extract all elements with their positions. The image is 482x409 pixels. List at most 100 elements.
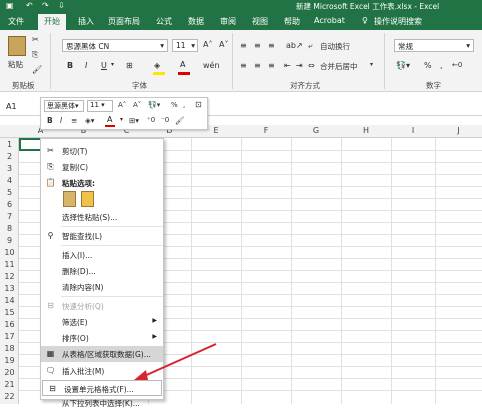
mini-comma-icon[interactable]: , — [183, 101, 185, 109]
mini-decrease-decimal-icon[interactable]: ⁻0 — [161, 116, 169, 124]
tab-data[interactable]: 数据 — [188, 16, 204, 27]
menu-item-delete[interactable]: 删除(D)... — [41, 263, 163, 279]
align-middle-icon[interactable]: ≡ — [254, 41, 261, 50]
row-header[interactable]: 20 — [0, 368, 19, 377]
redo-icon[interactable]: ↷ — [42, 1, 49, 10]
row-header[interactable]: 12 — [0, 272, 19, 281]
merge-center-icon[interactable]: ⇔ — [308, 61, 315, 70]
borders-icon[interactable]: ⊞ — [126, 61, 133, 70]
tab-page-layout[interactable]: 页面布局 — [108, 16, 140, 27]
paste-values-icon[interactable] — [81, 191, 94, 207]
mini-increase-font-icon[interactable]: A˄ — [118, 101, 126, 109]
menu-item-copy[interactable]: ⎘ 复制(C) — [41, 159, 163, 175]
row-header[interactable]: 3 — [0, 164, 19, 173]
row-header[interactable]: 11 — [0, 260, 19, 269]
row-header[interactable]: 19 — [0, 356, 19, 365]
row-header[interactable]: 16 — [0, 320, 19, 329]
orientation-icon[interactable]: ab↗ — [286, 41, 303, 50]
row-header[interactable]: 15 — [0, 308, 19, 317]
tab-acrobat[interactable]: Acrobat — [314, 16, 345, 25]
fill-color-icon[interactable]: ◈ — [154, 61, 160, 70]
phonetic-icon[interactable]: wén — [203, 61, 220, 70]
row-header[interactable]: 2 — [0, 152, 19, 161]
column-header[interactable]: H — [341, 126, 391, 135]
menu-item-smart-lookup[interactable]: ⚲ 智能查找(L) — [41, 228, 163, 244]
tab-view[interactable]: 视图 — [252, 16, 268, 27]
copy-icon[interactable]: ⎘ — [32, 50, 38, 60]
row-header[interactable]: 13 — [0, 284, 19, 293]
mini-format-painter-icon[interactable]: 🖌 — [175, 116, 185, 125]
paste-button[interactable]: 粘贴 — [8, 59, 23, 70]
format-painter-icon[interactable]: 🖌 — [32, 65, 42, 74]
mini-font-color-dropdown[interactable]: ▾ — [120, 116, 123, 123]
wrap-text-icon[interactable]: ⤶ — [308, 41, 312, 51]
customize-icon[interactable]: ⇩ — [58, 1, 65, 10]
comma-style-icon[interactable]: , — [440, 61, 443, 70]
mini-format-icon[interactable]: ⊡ — [195, 100, 202, 109]
row-header[interactable]: 4 — [0, 176, 19, 185]
menu-item-insert[interactable]: 插入(I)... — [41, 247, 163, 263]
tab-insert[interactable]: 插入 — [78, 16, 94, 27]
tab-review[interactable]: 审阅 — [220, 16, 236, 27]
underline-dropdown-icon[interactable]: ▾ — [111, 61, 114, 68]
row-header[interactable]: 7 — [0, 212, 19, 221]
row-header[interactable]: 21 — [0, 380, 19, 389]
row-header[interactable]: 8 — [0, 224, 19, 233]
italic-button[interactable]: I — [85, 61, 87, 70]
tell-me-search[interactable]: 操作说明搜索 — [374, 16, 422, 27]
tab-formulas[interactable]: 公式 — [156, 16, 172, 27]
column-header[interactable]: I — [391, 126, 435, 135]
column-header[interactable]: F — [241, 126, 291, 135]
menu-item-clear-contents[interactable]: 清除内容(N) — [41, 279, 163, 295]
decimal-icon[interactable]: ←0 — [452, 61, 462, 69]
percent-icon[interactable]: % — [424, 61, 432, 70]
font-color-icon[interactable]: A — [180, 60, 185, 69]
mini-percent-icon[interactable]: % — [171, 101, 178, 109]
menu-item-cut[interactable]: ✂ 剪切(T) — [41, 143, 163, 159]
row-header[interactable]: 9 — [0, 236, 19, 245]
menu-item-quick-analysis[interactable]: ⊟ 快速分析(Q) — [41, 298, 163, 314]
merge-dropdown-icon[interactable]: ▾ — [370, 61, 373, 68]
tab-help[interactable]: 帮助 — [284, 16, 300, 27]
mini-decrease-font-icon[interactable]: A˅ — [133, 101, 141, 109]
save-icon[interactable]: ▣ — [6, 1, 14, 10]
decrease-indent-icon[interactable]: ⇤ — [284, 61, 291, 70]
row-header[interactable]: 14 — [0, 296, 19, 305]
align-bottom-icon[interactable]: ≡ — [268, 41, 275, 50]
column-header[interactable]: J — [435, 126, 482, 135]
row-header[interactable]: 5 — [0, 188, 19, 197]
font-name-combo[interactable]: 思源黑体 CN ▾ — [62, 39, 168, 52]
undo-icon[interactable]: ↶ — [26, 1, 33, 10]
row-header[interactable]: 10 — [0, 248, 19, 257]
cut-icon[interactable]: ✂ — [32, 35, 39, 44]
row-header[interactable]: 6 — [0, 200, 19, 209]
row-header[interactable]: 18 — [0, 344, 19, 353]
increase-indent-icon[interactable]: ⇥ — [296, 61, 303, 70]
mini-font-color-icon[interactable]: A — [107, 115, 112, 124]
row-header[interactable]: 1 — [0, 140, 19, 149]
mini-accounting-icon[interactable]: 💱▾ — [148, 101, 160, 109]
underline-button[interactable]: U — [101, 61, 107, 70]
decrease-font-icon[interactable]: A˅ — [219, 40, 228, 49]
mini-bold-button[interactable]: B — [47, 116, 53, 125]
mini-font-size-combo[interactable]: 11 ▾ — [87, 100, 113, 112]
align-left-icon[interactable]: ≡ — [240, 61, 247, 70]
row-header[interactable]: 17 — [0, 332, 19, 341]
align-top-icon[interactable]: ≡ — [240, 41, 247, 50]
name-box[interactable]: A1 — [6, 102, 17, 111]
row-header[interactable]: 22 — [0, 392, 19, 401]
align-right-icon[interactable]: ≡ — [268, 61, 275, 70]
mini-fill-color-icon[interactable]: ◈▾ — [85, 116, 95, 125]
mini-borders-icon[interactable]: ⊞▾ — [129, 116, 139, 125]
mini-align-icon[interactable]: ≡ — [71, 116, 77, 125]
tab-file[interactable]: 文件 — [8, 16, 24, 27]
mini-italic-button[interactable]: I — [60, 116, 62, 125]
accounting-format-icon[interactable]: 💱▾ — [396, 61, 410, 70]
tab-home[interactable]: 开始 — [38, 14, 66, 30]
merge-center-button[interactable]: 合并后居中 — [320, 61, 358, 72]
menu-item-filter[interactable]: 筛选(E) ▶ — [41, 314, 163, 330]
wrap-text-button[interactable]: 自动换行 — [320, 41, 350, 52]
mini-font-name-combo[interactable]: 思源黑体▾ — [44, 100, 84, 112]
menu-item-paste-special[interactable]: 选择性粘贴(S)... — [41, 209, 163, 225]
font-size-combo[interactable]: 11 ▾ — [172, 39, 198, 52]
